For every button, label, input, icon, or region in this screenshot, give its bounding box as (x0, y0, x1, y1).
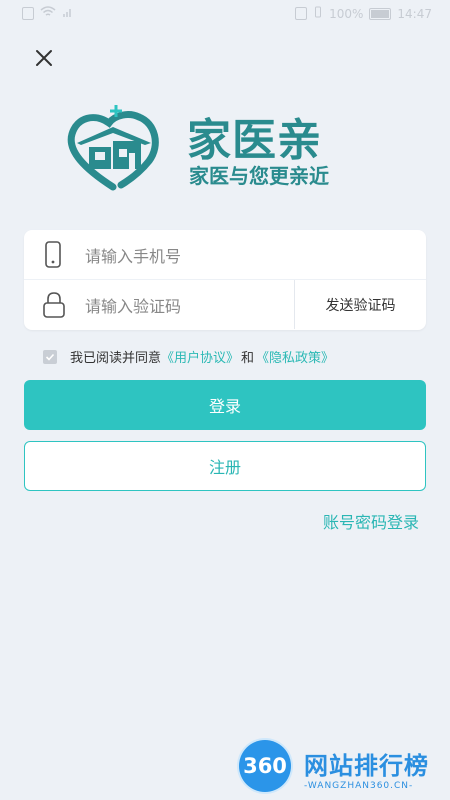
close-icon (36, 50, 52, 66)
watermark: 360 网站排行榜 -WANGZHAN360.CN- (236, 738, 446, 798)
user-agreement-link[interactable]: 《用户协议》 (161, 347, 239, 366)
status-right: 100% 14:47 (295, 6, 432, 21)
register-button[interactable]: 注册 (24, 441, 426, 491)
nfc-icon (295, 7, 308, 20)
vibrate-icon (313, 6, 323, 21)
battery-icon (369, 7, 392, 20)
login-form: 发送验证码 (24, 230, 426, 330)
phone-icon (41, 240, 65, 274)
agreement-checkbox[interactable] (43, 349, 57, 364)
signal-icon (62, 6, 74, 21)
agreement-text: 我已阅读并同意 (70, 351, 162, 366)
watermark-title: 网站排行榜 (304, 752, 429, 780)
brand-name: 家医亲 (187, 115, 322, 166)
battery-percent: 100% (329, 6, 364, 21)
clock: 14:47 (397, 6, 432, 21)
agreement-and: 和 (241, 351, 255, 366)
brand-slogan: 家医与您更亲近 (189, 164, 329, 188)
status-left-icons (22, 6, 74, 21)
watermark-badge: 360 (239, 740, 291, 792)
close-button[interactable] (32, 46, 56, 70)
phone-input[interactable] (83, 242, 297, 270)
status-bar: 100% 14:47 (0, 0, 450, 28)
password-login-link[interactable]: 账号密码登录 (323, 509, 419, 533)
verification-code-input[interactable] (83, 292, 297, 320)
login-button[interactable]: 登录 (24, 380, 426, 430)
phone-row (24, 230, 426, 280)
watermark-subtitle: -WANGZHAN360.CN- (304, 781, 414, 791)
lock-icon (41, 290, 67, 324)
agreement-row: 我已阅读并同意 《用户协议》 和 《隐私政策》 (43, 347, 334, 366)
code-row: 发送验证码 (24, 280, 426, 329)
check-icon (45, 353, 55, 361)
sim-icon (22, 7, 34, 20)
wifi-icon (40, 6, 56, 21)
send-code-button[interactable]: 发送验证码 (294, 280, 426, 329)
privacy-policy-link[interactable]: 《隐私政策》 (256, 347, 334, 366)
